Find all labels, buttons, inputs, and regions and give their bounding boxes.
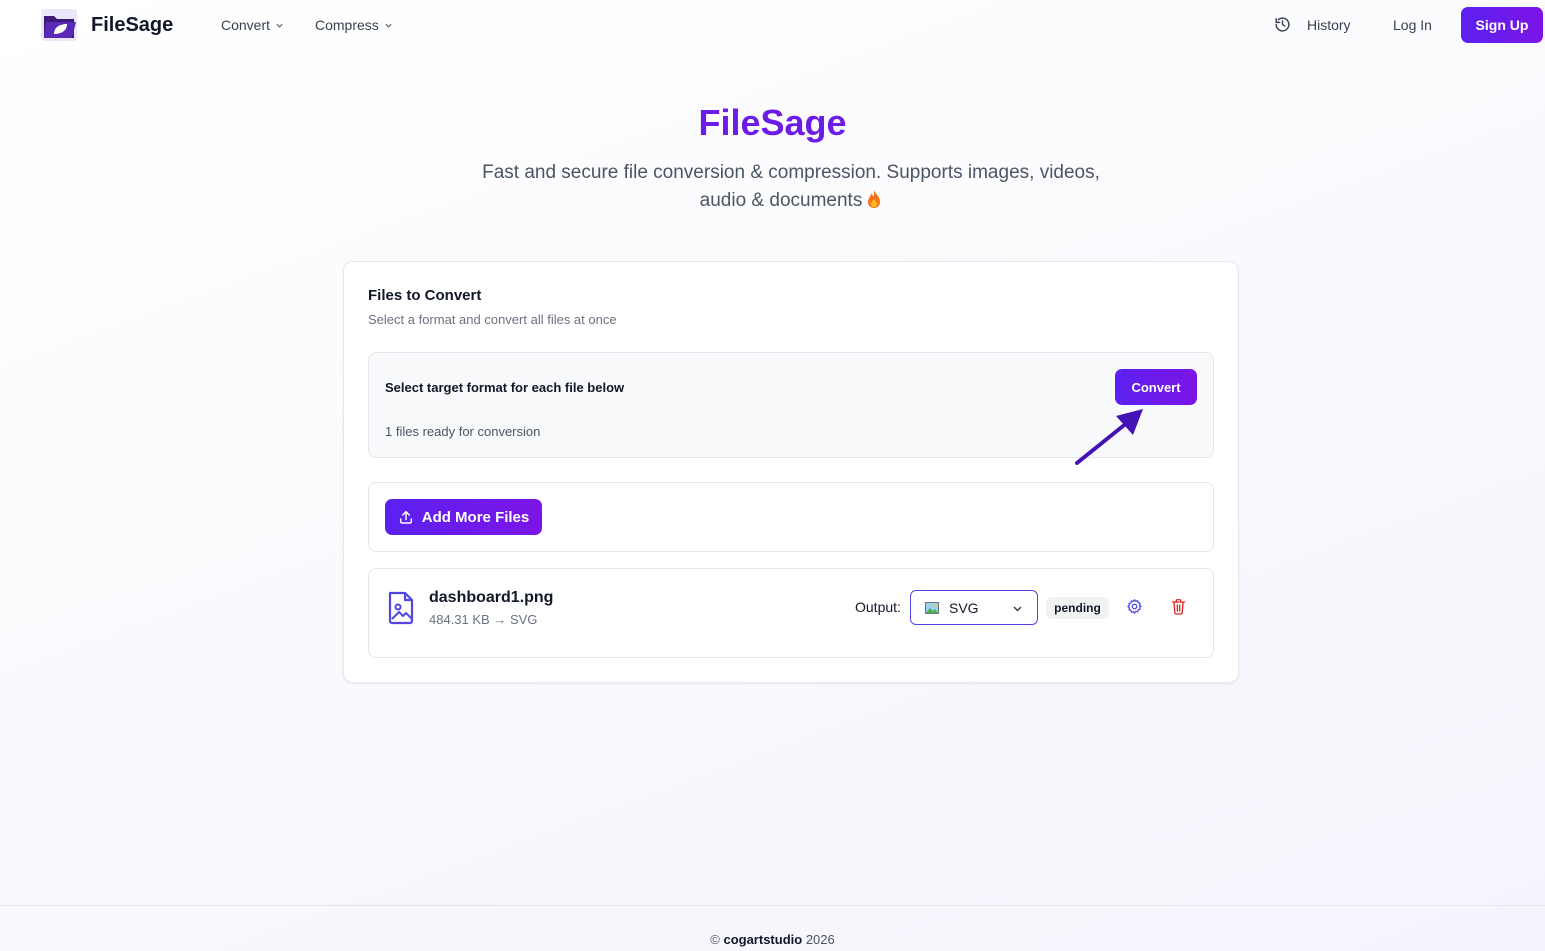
output-format-select[interactable]: SVG — [910, 590, 1038, 625]
hero-subtitle-text: Fast and secure file conversion & compre… — [482, 162, 1100, 211]
footer-year: 2026 — [805, 932, 835, 947]
signup-button[interactable]: Sign Up — [1461, 7, 1543, 43]
file-size: 484.31 KB → SVG — [429, 612, 538, 627]
folder-leaf-logo-icon[interactable] — [40, 8, 78, 42]
copyright-symbol: © — [710, 932, 720, 947]
ready-count: 1 files ready for conversion — [385, 424, 541, 439]
footer-divider — [0, 905, 1545, 906]
trash-icon[interactable] — [1171, 598, 1186, 615]
file-name: dashboard1.png — [429, 589, 554, 606]
footer-copyright: © cogartstudio 2026 — [0, 932, 1545, 947]
hero-title: FileSage — [698, 102, 847, 143]
annotation-arrow-icon — [1075, 409, 1143, 465]
status-badge: pending — [1046, 597, 1109, 619]
output-label: Output: — [855, 599, 901, 615]
hero-subtitle: Fast and secure file conversion & compre… — [460, 159, 1122, 215]
add-more-files-label: Add More Files — [421, 508, 530, 526]
add-files-panel: Add More Files — [368, 482, 1214, 552]
brand-name[interactable]: FileSage — [91, 14, 173, 37]
format-instruction: Select target format for each file below — [385, 380, 625, 395]
card-title: Files to Convert — [368, 287, 482, 304]
chevron-down-icon — [276, 23, 283, 28]
gear-icon[interactable] — [1126, 598, 1143, 615]
history-link[interactable]: History — [1274, 16, 1351, 33]
fire-icon — [868, 190, 881, 208]
history-label: History — [1307, 16, 1351, 33]
convert-button[interactable]: Convert — [1115, 369, 1197, 405]
upload-icon — [399, 510, 412, 524]
history-icon — [1275, 17, 1290, 32]
files-to-convert-card: Files to Convert Select a format and con… — [343, 261, 1239, 683]
image-file-icon — [388, 591, 414, 625]
top-navbar: FileSage Convert Compress History Log In… — [0, 0, 1545, 52]
nav-compress-label: Compress — [315, 17, 379, 33]
output-format-value: SVG — [949, 599, 979, 616]
chevron-down-icon — [385, 23, 392, 28]
nav-compress[interactable]: Compress — [315, 17, 393, 33]
file-row: dashboard1.png 484.31 KB → SVG Output: S… — [368, 568, 1214, 658]
card-description: Select a format and convert all files at… — [368, 312, 617, 327]
nav-convert[interactable]: Convert — [221, 17, 284, 33]
login-link[interactable]: Log In — [1393, 17, 1432, 33]
add-more-files-button[interactable]: Add More Files — [385, 499, 542, 535]
nav-convert-label: Convert — [221, 17, 271, 33]
image-format-icon — [925, 601, 939, 614]
chevron-down-icon — [1013, 606, 1022, 612]
footer-owner[interactable]: cogartstudio — [723, 932, 802, 947]
